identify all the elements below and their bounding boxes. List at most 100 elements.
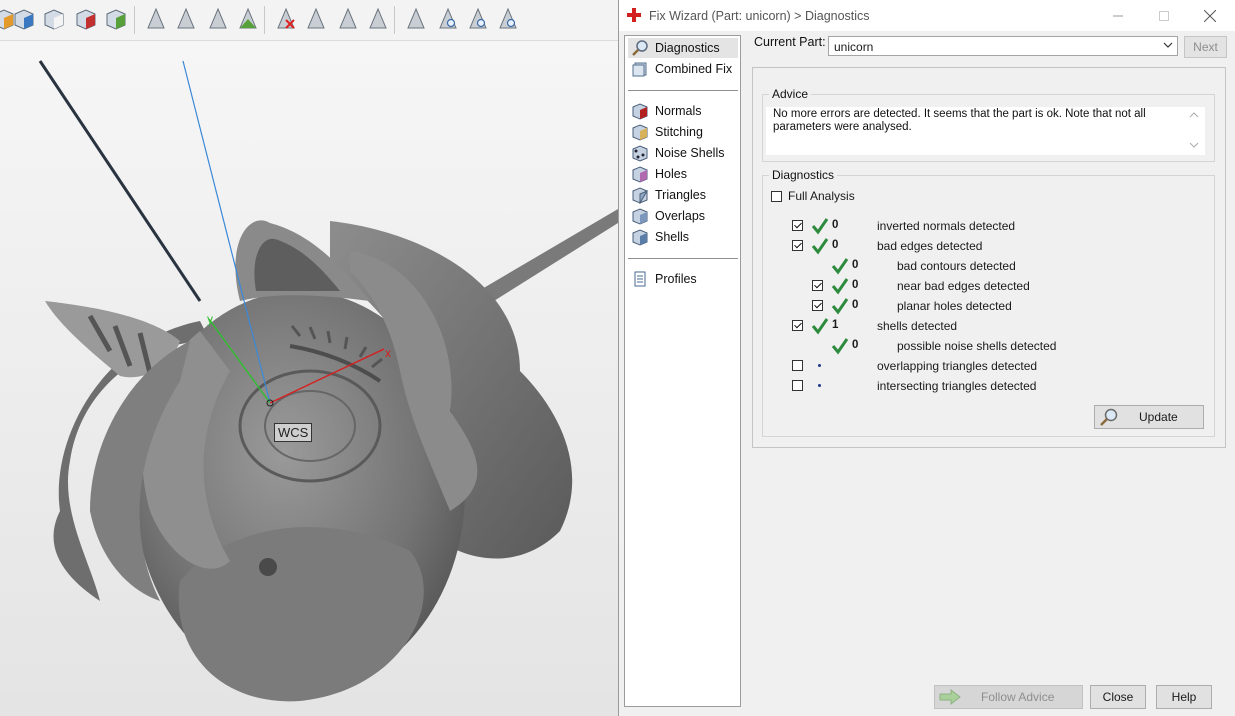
diagnostic-checkbox[interactable]: [812, 300, 823, 311]
arrow-right-icon: [939, 689, 961, 705]
cube-stack-icon: [632, 62, 647, 77]
nav-item-shells[interactable]: Shells: [628, 227, 738, 247]
cube-green-icon[interactable]: [104, 7, 128, 31]
nav-item-holes[interactable]: Holes: [628, 164, 738, 184]
advice-scrollbar[interactable]: [1183, 107, 1205, 155]
diagnostic-label: possible noise shells detected: [897, 339, 1057, 353]
scroll-up-icon[interactable]: [1189, 111, 1199, 119]
full-analysis-checkbox[interactable]: [771, 190, 782, 202]
nav-item-label: Overlaps: [655, 209, 706, 223]
diagnostic-label: overlapping triangles detected: [877, 359, 1038, 373]
triangle-delete-icon[interactable]: [274, 7, 298, 31]
triangles-icon: [632, 187, 649, 204]
next-button[interactable]: Next: [1184, 36, 1227, 58]
axis-x-label: x: [385, 346, 391, 360]
diagnostic-checkbox[interactable]: [792, 380, 803, 391]
triangle-green-icon[interactable]: [236, 7, 260, 31]
magnifier-icon: [1100, 408, 1118, 426]
diagnostics-panel: Advice No more errors are detected. It s…: [752, 67, 1226, 448]
diagnostic-checkbox[interactable]: [792, 220, 803, 231]
current-part-select[interactable]: unicorn: [828, 36, 1178, 56]
normals-cube-icon: [632, 103, 648, 120]
triangle-icon[interactable]: [174, 7, 198, 31]
diagnostic-label: planar holes detected: [897, 299, 1012, 313]
fix-wizard-dialog: Fix Wizard (Part: unicorn) > Diagnostics…: [618, 0, 1235, 716]
diagnostic-checkbox[interactable]: [812, 280, 823, 291]
diagnostic-label: inverted normals detected: [877, 219, 1016, 233]
advice-group: Advice No more errors are detected. It s…: [762, 87, 1215, 162]
full-analysis-label: Full Analysis: [788, 189, 855, 203]
nav-item-profiles[interactable]: Profiles: [628, 269, 738, 289]
toolbar-separator: [394, 6, 395, 34]
check-icon: [811, 238, 829, 255]
wcs-label: WCS: [274, 423, 313, 442]
maximize-button[interactable]: [1141, 0, 1187, 31]
help-button[interactable]: Help: [1156, 685, 1212, 709]
check-icon: [811, 318, 829, 335]
check-icon: [811, 218, 829, 235]
cube-outline-icon[interactable]: [42, 7, 66, 31]
diagnostic-checkbox[interactable]: [792, 240, 803, 251]
diagnostic-count: 1: [832, 319, 839, 331]
dialog-titlebar[interactable]: Fix Wizard (Part: unicorn) > Diagnostics: [619, 0, 1235, 31]
diagnostic-label: bad edges detected: [877, 239, 983, 253]
diagnostic-count: 0: [832, 219, 839, 231]
close-button[interactable]: Close: [1090, 685, 1146, 709]
nav-item-overlaps[interactable]: Overlaps: [628, 206, 738, 226]
full-analysis-option[interactable]: Full Analysis: [771, 189, 855, 203]
check-icon: [831, 338, 849, 355]
nav-item-label: Triangles: [655, 188, 706, 202]
cube-red-icon[interactable]: [74, 7, 98, 31]
diagnostic-label: intersecting triangles detected: [877, 379, 1037, 393]
triangle-search-icon[interactable]: [436, 7, 460, 31]
noise-shells-icon: [632, 145, 648, 162]
diagnostic-count: 0: [832, 239, 839, 251]
triangle-view-icon[interactable]: [496, 7, 520, 31]
triangle-icon[interactable]: [404, 7, 428, 31]
diagnostic-count: 0: [852, 279, 859, 291]
diagnostic-count: 0: [852, 299, 859, 311]
stitching-icon: [632, 124, 648, 141]
close-icon: [1204, 9, 1216, 22]
nav-item-noise-shells[interactable]: Noise Shells: [628, 143, 738, 163]
nav-item-combined-fix[interactable]: Combined Fix: [628, 59, 738, 79]
diagnostic-checkbox[interactable]: [792, 360, 803, 371]
diagnostics-title: Diagnostics: [769, 168, 838, 182]
nav-item-stitching[interactable]: Stitching: [628, 122, 738, 142]
nav-item-label: Normals: [655, 104, 702, 118]
diagnostic-label: near bad edges detected: [897, 279, 1030, 293]
diagnostic-label: shells detected: [877, 319, 958, 333]
current-part-label: Current Part:: [754, 35, 826, 49]
nav-item-triangles[interactable]: Triangles: [628, 185, 738, 205]
overlaps-icon: [632, 208, 648, 225]
nav-item-normals[interactable]: Normals: [628, 101, 738, 121]
minimize-button[interactable]: [1095, 0, 1141, 31]
advice-text: No more errors are detected. It seems th…: [766, 107, 1183, 155]
diagnostic-row: 0 near bad edges detected: [763, 277, 1203, 295]
window-close-button[interactable]: [1187, 0, 1233, 31]
diagnostic-row: 0 inverted normals detected: [763, 217, 1203, 235]
dialog-title: Fix Wizard (Part: unicorn) > Diagnostics: [649, 9, 870, 23]
triangle-icon[interactable]: [366, 7, 390, 31]
triangle-icon[interactable]: [206, 7, 230, 31]
diagnostic-row: 0 possible noise shells detected: [763, 337, 1203, 355]
update-label: Update: [1139, 410, 1178, 424]
triangle-icon[interactable]: [336, 7, 360, 31]
diagnostic-checkbox[interactable]: [792, 320, 803, 331]
diagnostics-group: Diagnostics Full Analysis 0 inverted norm…: [762, 168, 1215, 437]
nav-item-diagnostics[interactable]: Diagnostics: [628, 38, 738, 58]
minimize-icon: [1113, 15, 1123, 16]
diagnostic-row: overlapping triangles detected: [763, 357, 1203, 375]
update-button[interactable]: Update: [1094, 405, 1204, 429]
3d-viewport[interactable]: x y WCS: [0, 41, 618, 716]
status-dot-icon: [818, 384, 821, 387]
follow-advice-button[interactable]: Follow Advice: [934, 685, 1083, 709]
toolbar-separator: [264, 6, 265, 34]
triangle-view-icon[interactable]: [466, 7, 490, 31]
cube-blue-icon[interactable]: [12, 7, 36, 31]
scroll-down-icon[interactable]: [1189, 141, 1199, 149]
diagnostic-row: intersecting triangles detected: [763, 377, 1203, 395]
red-cross-icon: [627, 8, 641, 22]
triangle-icon[interactable]: [304, 7, 328, 31]
triangle-icon[interactable]: [144, 7, 168, 31]
